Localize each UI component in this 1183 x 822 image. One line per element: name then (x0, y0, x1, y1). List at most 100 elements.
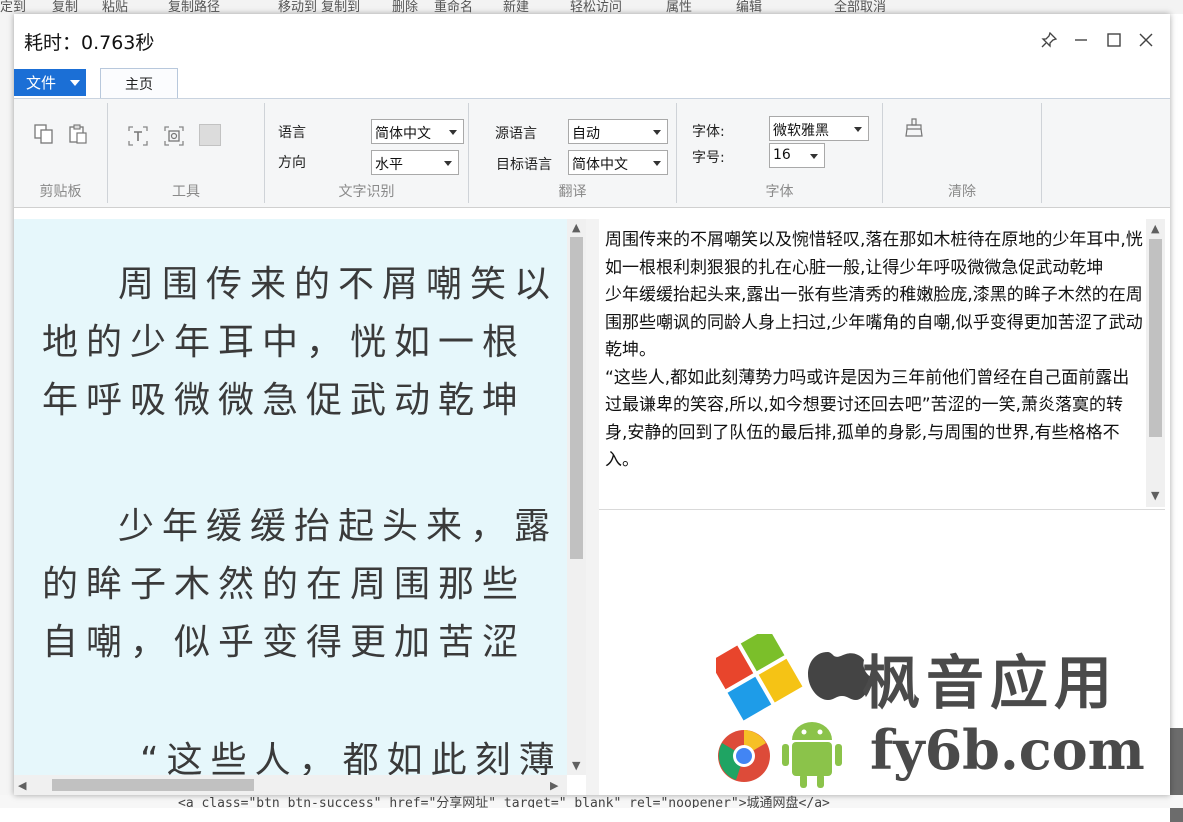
bg-fragment: 全部取消 (834, 0, 887, 15)
source-language-value: 自动 (572, 126, 600, 142)
color-swatch-icon[interactable] (199, 124, 221, 146)
title-bar[interactable]: 耗时：0.763秒 (14, 14, 1170, 66)
bg-fragment: 新建 (503, 0, 530, 15)
watermark-domain: fy6b.com (870, 718, 1145, 782)
ocr-group-label: 文字识别 (338, 184, 395, 200)
font-size-select[interactable]: 16 (769, 143, 825, 168)
result-paragraph: 少年缓缓抬起头来,露出一张有些清秀的稚嫩脸庞,漆黑的眸子木然的在周围那些嘲讽的同… (605, 285, 1143, 360)
scrollbar-thumb[interactable] (1149, 239, 1162, 437)
image-text-line: 自嘲，似乎变得更加苦涩 (42, 622, 527, 663)
image-text-line: 周围传来的不屑嘲笑以 (118, 264, 559, 305)
ocr-group: 语言 简体中文 方向 水平 文字识别 (265, 99, 468, 207)
result-vertical-scrollbar[interactable]: ▲ ▼ (1146, 219, 1165, 507)
ribbon-toolbar: 剪贴板 工具 语言 简体中文 方向 水平 文字识别 源语言 自动 目标语言 简体… (14, 98, 1170, 208)
translate-group-label: 翻译 (558, 184, 587, 200)
image-text-line: 年呼吸微微急促武动乾坤 (42, 380, 527, 421)
bg-fragment: 移动到 复制到 (278, 0, 361, 15)
scroll-up-icon[interactable]: ▲ (572, 221, 580, 234)
minimize-button[interactable] (1069, 28, 1093, 52)
font-family-value: 微软雅黑 (773, 123, 829, 139)
background-left-strip (0, 14, 14, 808)
scroll-left-icon[interactable]: ◀ (18, 779, 26, 792)
bg-fragment: 重命名 (434, 0, 474, 15)
bg-fragment: 轻松访问 (570, 0, 623, 15)
screenshot-icon[interactable] (163, 125, 185, 147)
chevron-down-icon (70, 80, 80, 86)
close-button[interactable] (1134, 28, 1158, 52)
ocr-direction-select[interactable]: 水平 (371, 150, 459, 175)
result-paragraph: “这些人,都如此刻薄势力吗或许是因为三年前他们曾经在自己面前露出过最谦卑的笑容,… (605, 367, 1130, 471)
image-vertical-scrollbar[interactable]: ▲ ▼ (567, 219, 586, 775)
bg-fragment: 编辑 (736, 0, 763, 15)
image-text-line: 地的少年耳中，恍如一根 (42, 322, 527, 363)
window-title: 耗时：0.763秒 (24, 32, 155, 54)
background-right-strip (1170, 14, 1183, 822)
menu-bar: 文件 主页 (14, 67, 1170, 98)
copy-icon[interactable] (33, 123, 55, 145)
ocr-direction-label: 方向 (278, 155, 306, 171)
target-language-select[interactable]: 简体中文 (568, 150, 668, 175)
text-recognize-icon[interactable] (127, 125, 149, 147)
ocr-language-select[interactable]: 简体中文 (371, 119, 464, 144)
scroll-up-icon[interactable]: ▲ (1151, 222, 1159, 235)
chevron-down-icon (653, 161, 661, 166)
broom-icon[interactable] (903, 117, 925, 139)
background-code-line: <a class="btn btn-success" href="分享网址" t… (0, 795, 1183, 808)
ocr-language-label: 语言 (278, 125, 306, 141)
ocr-language-value: 简体中文 (375, 126, 431, 142)
bg-fragment: 删除 (392, 0, 419, 15)
close-icon (1139, 33, 1153, 47)
bg-fragment: 定到 (0, 0, 27, 15)
ocr-result-textbox[interactable]: 周围传来的不屑嘲笑以及惋惜轻叹,落在那如木桩待在原地的少年耳中,恍如一根根利刺狠… (599, 219, 1149, 507)
result-paragraph: 周围传来的不屑嘲笑以及惋惜轻叹,落在那如木桩待在原地的少年耳中,恍如一根根利刺狠… (605, 230, 1143, 278)
font-family-select[interactable]: 微软雅黑 (769, 116, 869, 141)
file-menu-label: 文件 (26, 74, 57, 92)
tools-group-label: 工具 (172, 184, 200, 200)
watermark-logo-icon (716, 634, 872, 788)
image-text-line: 的眸子木然的在周围那些 (42, 564, 527, 605)
image-horizontal-scrollbar[interactable]: ◀ ▶ (14, 775, 567, 795)
clipboard-group-label: 剪贴板 (39, 184, 82, 200)
scrollbar-thumb[interactable] (52, 779, 254, 791)
pin-button[interactable] (1037, 28, 1061, 52)
target-language-label: 目标语言 (496, 157, 552, 173)
scrollbar-thumb[interactable] (570, 237, 583, 559)
bg-fragment: 复制路径 (168, 0, 221, 15)
tools-group: 工具 (108, 99, 264, 207)
font-size-label: 字号: (692, 150, 725, 166)
source-language-select[interactable]: 自动 (568, 119, 668, 144)
source-image-pane[interactable]: 周围传来的不屑嘲笑以 地的少年耳中，恍如一根 年呼吸微微急促武动乾坤 少年缓缓抬… (14, 219, 567, 775)
maximize-button[interactable] (1102, 28, 1126, 52)
bg-fragment: 属性 (666, 0, 693, 15)
image-text-line: 少年缓缓抬起头来，露 (118, 506, 559, 547)
image-text-line: “这些人，都如此刻薄 (140, 740, 563, 775)
result-divider (599, 509, 1165, 510)
chevron-down-icon (449, 130, 457, 135)
bg-fragment: 粘贴 (102, 0, 129, 15)
font-size-value: 16 (773, 147, 791, 163)
font-group-label: 字体 (765, 184, 794, 200)
bg-fragment: 复制 (52, 0, 79, 15)
chevron-down-icon (444, 161, 452, 166)
pin-icon (1041, 32, 1057, 48)
file-menu-button[interactable]: 文件 (14, 69, 86, 96)
chevron-down-icon (854, 127, 862, 132)
scroll-down-icon[interactable]: ▼ (572, 759, 580, 772)
ocr-direction-value: 水平 (375, 157, 403, 173)
pane-splitter[interactable] (586, 219, 599, 795)
target-language-value: 简体中文 (572, 157, 628, 173)
clipboard-group: 剪贴板 (14, 99, 107, 207)
watermark-brand: 枫音应用 (862, 649, 1119, 717)
background-explorer-ribbon: 定到 复制 粘贴 复制路径 移动到 复制到 删除 重命名 新建 轻松访问 属性 … (0, 0, 1183, 15)
minimize-icon (1075, 39, 1087, 41)
font-family-label: 字体: (692, 124, 725, 140)
scroll-right-icon[interactable]: ▶ (550, 779, 558, 792)
maximize-icon (1107, 33, 1121, 47)
clear-group-label: 清除 (948, 184, 976, 200)
scroll-down-icon[interactable]: ▼ (1151, 489, 1159, 502)
paste-icon[interactable] (67, 123, 89, 145)
chevron-down-icon (653, 130, 661, 135)
translate-group: 源语言 自动 目标语言 简体中文 翻译 (469, 99, 676, 207)
tab-home[interactable]: 主页 (100, 68, 178, 98)
bg-code-text: <a class="btn btn-success" href="分享网址" t… (178, 796, 830, 808)
